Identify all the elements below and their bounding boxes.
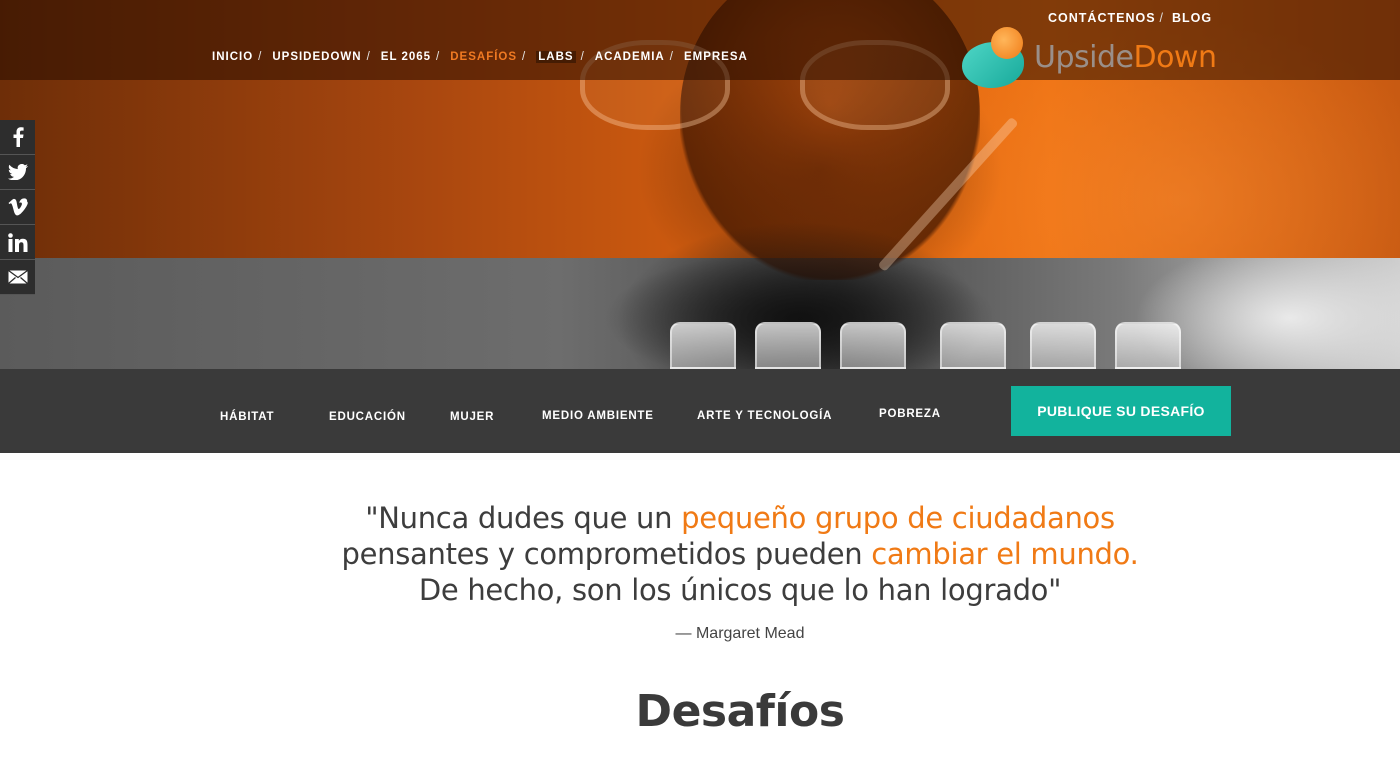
facebook-icon xyxy=(13,127,24,147)
nav-desafios[interactable]: DESAFÍOS xyxy=(450,51,517,63)
nav-empresa[interactable]: EMPRESA xyxy=(684,51,748,63)
nav-el-2065[interactable]: EL 2065 xyxy=(381,51,431,63)
test-tubes xyxy=(660,322,1181,369)
vimeo-button[interactable] xyxy=(0,190,35,225)
quote-text: pensantes y comprometidos pueden xyxy=(341,537,872,571)
test-tube xyxy=(1115,322,1181,369)
quote-text: "Nunca dudes que un xyxy=(365,501,682,535)
twitter-button[interactable] xyxy=(0,155,35,190)
separator: / xyxy=(436,51,441,63)
separator: / xyxy=(580,51,585,63)
logo-mark-icon xyxy=(962,27,1026,88)
category-habitat[interactable]: HÁBITAT xyxy=(220,411,274,423)
category-arte-y-tecnologia[interactable]: ARTE Y TECNOLOGÍA xyxy=(697,410,832,422)
test-tube xyxy=(940,322,1006,369)
linkedin-button[interactable] xyxy=(0,225,35,260)
contact-link[interactable]: CONTÁCTENOS xyxy=(1048,11,1156,25)
separator: / xyxy=(258,51,263,63)
separator: / xyxy=(522,51,527,63)
test-tube xyxy=(1030,322,1096,369)
quote-text: De hecho, son los únicos que lo han logr… xyxy=(418,573,1062,607)
category-educacion[interactable]: EDUCACIÓN xyxy=(329,411,406,423)
social-sidebar xyxy=(0,120,35,295)
test-tube xyxy=(670,322,736,369)
section-title: Desafíos xyxy=(635,686,845,737)
separator: / xyxy=(366,51,371,63)
logo-text-down: Down xyxy=(1133,40,1217,75)
separator: / xyxy=(1159,11,1165,25)
vimeo-icon xyxy=(8,198,28,216)
quote-block: "Nunca dudes que un pequeño grupo de ciu… xyxy=(200,500,1280,608)
quote-author: — Margaret Mead xyxy=(675,625,805,642)
nav-upsidedown[interactable]: UPSIDEDOWN xyxy=(272,51,361,63)
upsidedown-logo[interactable]: UpsideDown xyxy=(962,27,1222,88)
email-icon xyxy=(7,270,28,284)
test-tube xyxy=(755,322,821,369)
nav-academia[interactable]: ACADEMIA xyxy=(595,51,665,63)
category-medio-ambiente[interactable]: MEDIO AMBIENTE xyxy=(542,410,654,422)
test-tube xyxy=(840,322,906,369)
separator: / xyxy=(669,51,674,63)
category-mujer[interactable]: MUJER xyxy=(450,411,494,423)
logo-text: UpsideDown xyxy=(1034,40,1217,75)
category-bar: HÁBITAT EDUCACIÓN MUJER MEDIO AMBIENTE A… xyxy=(0,369,1400,453)
category-pobreza[interactable]: POBREZA xyxy=(879,408,941,420)
top-links: CONTÁCTENOS / BLOG xyxy=(1048,11,1212,25)
linkedin-icon xyxy=(7,232,27,252)
logo-text-upside: Upside xyxy=(1034,40,1134,75)
quote-highlight: pequeño grupo de ciudadanos xyxy=(681,501,1115,535)
email-button[interactable] xyxy=(0,260,35,295)
blog-link[interactable]: BLOG xyxy=(1172,11,1212,25)
publish-challenge-button[interactable]: PUBLIQUE SU DESAFÍO xyxy=(1011,386,1231,436)
nav-inicio[interactable]: INICIO xyxy=(212,51,253,63)
quote-highlight: cambiar el mundo. xyxy=(871,537,1139,571)
logo-orange-circle xyxy=(991,27,1023,59)
main-nav: INICIO / UPSIDEDOWN / EL 2065 / DESAFÍOS… xyxy=(212,51,748,63)
nav-labs[interactable]: LABS xyxy=(536,51,576,63)
facebook-button[interactable] xyxy=(0,120,35,155)
twitter-icon xyxy=(7,164,28,180)
